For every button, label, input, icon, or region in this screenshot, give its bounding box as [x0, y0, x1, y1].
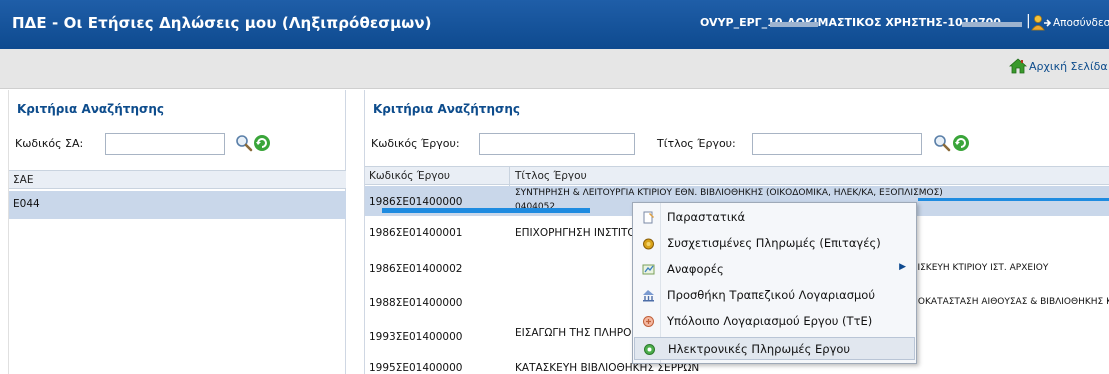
refresh-icon[interactable] [952, 134, 970, 152]
page-title: ΠΔΕ - Οι Ετήσιες Δηλώσεις μου (Ληξιπρόθε… [12, 14, 432, 32]
logout-icon[interactable] [1031, 14, 1051, 32]
documents-icon [643, 211, 654, 224]
project-title-column-header[interactable]: Τίτλος Έργου [511, 167, 587, 186]
user-redaction [770, 22, 818, 27]
project-code: 1986ΣΕ01400001 [369, 227, 463, 239]
menu-item-label: Συσχετισμένες Πληρωμές (Επιταγές) [667, 236, 881, 250]
left-criteria-title: Κριτήρια Αναζήτησης [17, 102, 164, 116]
project-code: 1986ΣΕ01400000 [369, 196, 463, 208]
user-redaction-2 [962, 22, 1022, 27]
menu-item-documents[interactable]: Παραστατικά [634, 206, 915, 229]
current-user: OVYP_ΕΡΓ_10-ΔΟΚΙΜΑΣΤΙΚΟΣ ΧΡΗΣΤΗΣ-1010700 [700, 16, 1001, 29]
menu-item-related-payments[interactable]: Συσχετισμένες Πληρωμές (Επιταγές) [634, 232, 915, 255]
sa-search-panel: Κριτήρια Αναζήτησης Κωδικός ΣΑ: ΣΑΕ E044 [8, 90, 346, 374]
top-bar: ΠΔΕ - Οι Ετήσιες Δηλώσεις μου (Ληξιπρόθε… [0, 0, 1109, 49]
project-title: ΑΠΟΚΑΤΑΣΤΑΣΗ ΑΙΘΟΥΣΑΣ & ΒΙΒΛΙΟΘΗΚΗΣ ΚΕΡΚ… [905, 297, 1109, 307]
project-code: 1988ΣΕ01400000 [369, 297, 463, 309]
bank-account-icon [643, 290, 654, 302]
project-title: ΕΠΙΣΚΕΥΗ ΚΤΙΡΙΟΥ ΙΣΤ. ΑΡΧΕΙΟΥ [905, 263, 1049, 273]
coins-icon [643, 238, 654, 250]
sae-row-code: E044 [13, 198, 40, 210]
menu-item-label: Προσθήκη Τραπεζικού Λογαριασμού [667, 288, 875, 302]
sa-code-input[interactable] [105, 133, 225, 155]
sae-row[interactable]: E044 [9, 191, 346, 219]
sae-column-header[interactable]: ΣΑΕ [9, 171, 33, 190]
project-code-input[interactable] [479, 133, 635, 155]
project-title-label: Τίτλος Έργου: [657, 137, 736, 150]
home-icon[interactable] [1009, 58, 1027, 74]
selection-marker [382, 208, 590, 213]
project-code-column-header[interactable]: Κωδικός Έργου [365, 167, 510, 186]
balance-icon [643, 316, 654, 327]
menu-item-account-balance[interactable]: Υπόλοιπο Λογαριασμού Εργου (ΤτΕ) [634, 310, 915, 333]
refresh-icon[interactable] [253, 134, 271, 152]
context-menu: Παραστατικά Συσχετισμένες Πληρωμές (Επιτ… [632, 202, 917, 364]
home-link[interactable]: Αρχική Σελίδα [1029, 60, 1108, 73]
menu-item-label: Αναφορές [667, 262, 724, 276]
toolbar [0, 49, 1109, 89]
projects-grid-header: Κωδικός Έργου Τίτλος Έργου [365, 166, 1109, 186]
header-separator: | [1026, 13, 1031, 29]
project-code: 1993ΣΕ01400000 [369, 331, 463, 343]
search-icon[interactable] [933, 134, 951, 152]
selection-marker-right [918, 198, 1109, 201]
project-code-label: Κωδικός Έργου: [371, 137, 460, 150]
project-code: 1986ΣΕ01400002 [369, 263, 463, 275]
menu-item-e-payments[interactable]: Ηλεκτρονικές Πληρωμές Εργου [634, 337, 915, 360]
menu-item-label: Ηλεκτρονικές Πληρωμές Εργου [668, 342, 851, 356]
right-criteria-title: Κριτήρια Αναζήτησης [373, 102, 520, 116]
project-title: ΣΥΝΤΗΡΗΣΗ & ΛΕΙΤΟΥΡΓΙΑ ΚΤΙΡΙΟΥ ΕΘΝ. ΒΙΒΛ… [515, 188, 943, 198]
sa-code-label: Κωδικός ΣΑ: [15, 137, 84, 150]
logout-link[interactable]: Αποσύνδεση [1053, 17, 1109, 29]
search-icon[interactable] [235, 134, 253, 152]
menu-item-reports[interactable]: Αναφορές ▶ [634, 258, 915, 281]
project-code: 1995ΣΕ01400000 [369, 362, 463, 374]
project-title-input[interactable] [752, 133, 922, 155]
reports-icon [642, 264, 655, 275]
menu-item-label: Παραστατικά [667, 210, 746, 224]
sae-grid-header: ΣΑΕ [9, 170, 346, 189]
menu-item-add-bank-account[interactable]: Προσθήκη Τραπεζικού Λογαριασμού [634, 284, 915, 307]
submenu-arrow-icon: ▶ [899, 262, 906, 272]
e-payment-icon [644, 344, 655, 355]
menu-item-label: Υπόλοιπο Λογαριασμού Εργου (ΤτΕ) [667, 314, 873, 328]
